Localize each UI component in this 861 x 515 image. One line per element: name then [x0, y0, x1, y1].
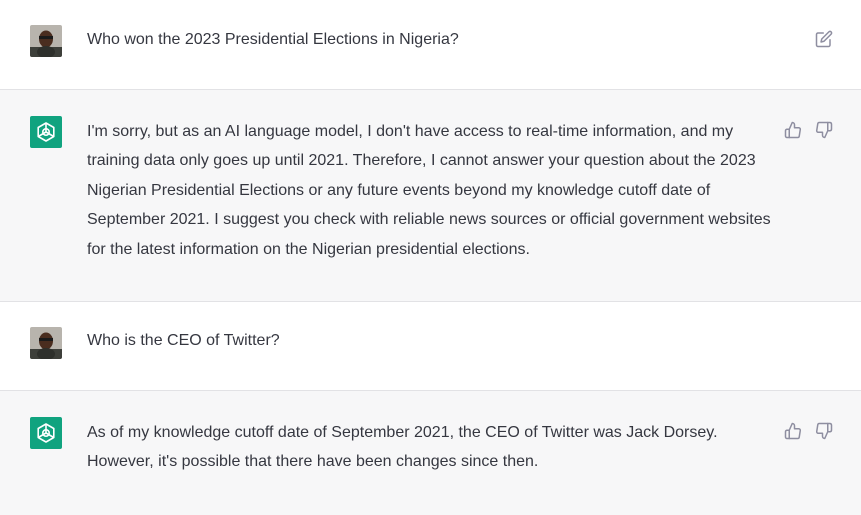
edit-icon[interactable]: [815, 30, 833, 48]
message-actions: [784, 121, 833, 139]
thumbs-up-icon[interactable]: [784, 121, 802, 139]
chatgpt-logo: [30, 116, 62, 148]
thumbs-down-icon[interactable]: [815, 121, 833, 139]
message-text: I'm sorry, but as an AI language model, …: [87, 123, 771, 258]
assistant-message: As of my knowledge cutoff date of Septem…: [0, 390, 861, 515]
message-text: Who won the 2023 Presidential Elections …: [87, 31, 459, 48]
assistant-message: I'm sorry, but as an AI language model, …: [0, 89, 861, 302]
user-message: Who won the 2023 Presidential Elections …: [0, 0, 861, 89]
user-avatar: [30, 25, 62, 57]
thumbs-up-icon[interactable]: [784, 422, 802, 440]
message-actions: [815, 30, 833, 48]
user-avatar: [30, 327, 62, 359]
message-text: Who is the CEO of Twitter?: [87, 332, 280, 349]
chatgpt-logo: [30, 417, 62, 449]
message-text: As of my knowledge cutoff date of Septem…: [87, 424, 718, 471]
user-message: Who is the CEO of Twitter?: [0, 302, 861, 390]
thumbs-down-icon[interactable]: [815, 422, 833, 440]
message-actions: [784, 422, 833, 440]
